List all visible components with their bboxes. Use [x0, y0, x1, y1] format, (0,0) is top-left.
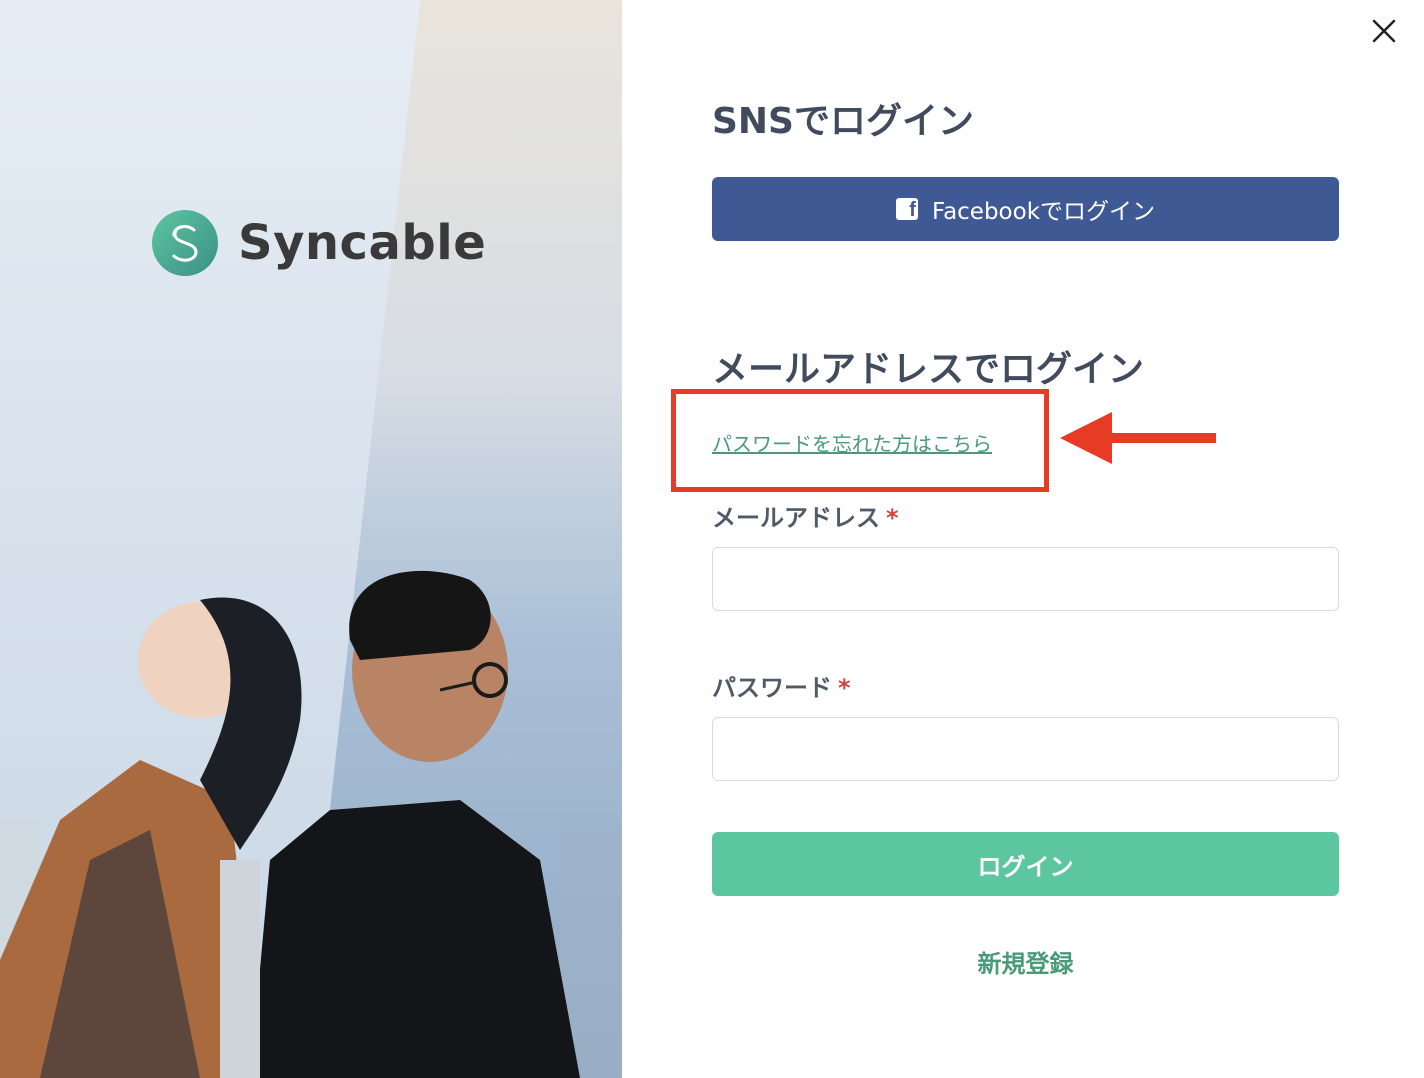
login-button[interactable]: ログイン: [712, 832, 1339, 896]
email-field[interactable]: [712, 547, 1339, 611]
password-field[interactable]: [712, 717, 1339, 781]
register-link[interactable]: 新規登録: [712, 944, 1339, 979]
facebook-login-label: Facebookでログイン: [931, 199, 1156, 225]
brand-name: Syncable: [238, 215, 487, 271]
hero-image-panel: Syncable: [0, 0, 622, 1078]
password-label-text: パスワード: [712, 674, 832, 702]
facebook-login-button[interactable]: f Facebookでログイン: [712, 177, 1339, 241]
arrow-left-icon: [1060, 412, 1216, 464]
required-mark: *: [838, 674, 851, 702]
email-login-heading: メールアドレスでログイン: [712, 349, 1145, 390]
hero-photo: [0, 0, 622, 1078]
forgot-password-link[interactable]: パスワードを忘れた方はこちら: [712, 428, 992, 457]
facebook-icon: f: [895, 198, 918, 220]
close-icon[interactable]: [1370, 17, 1398, 45]
required-mark: *: [886, 504, 899, 532]
syncable-logo-icon: [152, 210, 218, 276]
email-label-text: メールアドレス: [712, 504, 880, 532]
sns-login-heading: SNSでログイン: [712, 101, 974, 142]
password-label: パスワード *: [712, 668, 851, 703]
syncable-logo: Syncable: [152, 210, 486, 276]
email-label: メールアドレス *: [712, 498, 899, 533]
